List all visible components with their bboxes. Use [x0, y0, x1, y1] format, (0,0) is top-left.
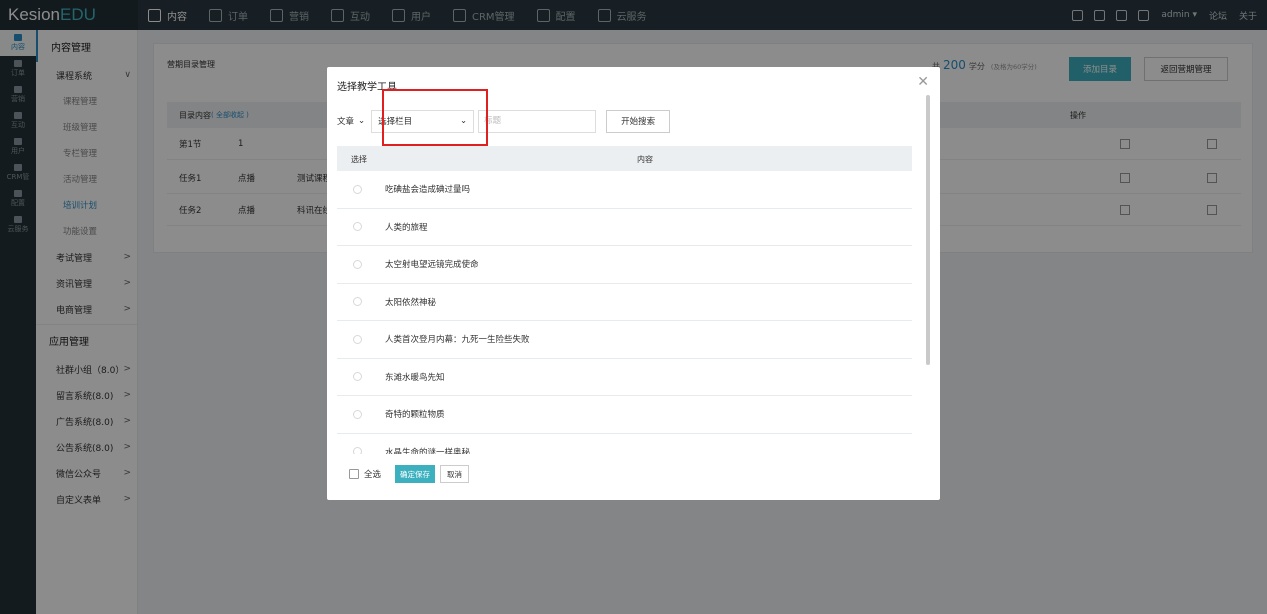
modal-footer: 全选 确定保存 取消 [349, 465, 470, 483]
list-item-title: 太空射电望远镜完成使命 [385, 260, 479, 271]
radio-button[interactable] [353, 222, 362, 232]
list-item-title: 水晶生命的谜一样奥秘 [385, 447, 471, 454]
list-item[interactable]: 水晶生命的谜一样奥秘 [337, 434, 912, 454]
list-item-title: 吃碘盐会造成碘过量吗 [385, 185, 471, 196]
list-item[interactable]: 东滩水暖鸟先知 [337, 359, 912, 396]
radio-button[interactable] [353, 409, 362, 419]
save-button[interactable]: 确定保存 [395, 465, 436, 483]
list-header: 选择 内容 [337, 146, 912, 171]
radio-button[interactable] [353, 334, 362, 344]
chevron-down-icon: ⌄ [358, 116, 366, 126]
type-select-value: 文章 [337, 117, 355, 127]
list-item-title: 人类的旅程 [385, 222, 428, 233]
list-item-title: 太阳依然神秘 [385, 297, 437, 308]
radio-button[interactable] [353, 372, 362, 382]
radio-button[interactable] [353, 184, 362, 194]
radio-button[interactable] [353, 447, 362, 454]
search-button[interactable]: 开始搜索 [606, 109, 671, 133]
type-select[interactable]: 文章 ⌄ [337, 115, 365, 127]
scrollbar[interactable] [926, 95, 930, 365]
list-item[interactable]: 吃碘盐会造成碘过量吗 [337, 171, 912, 209]
list-item[interactable]: 太空射电望远镜完成使命 [337, 246, 912, 284]
select-all-label[interactable]: 全选 [364, 468, 381, 480]
list-item-title: 奇特的颗粒物质 [385, 410, 445, 421]
radio-button[interactable] [353, 297, 362, 307]
select-all-checkbox[interactable] [349, 469, 359, 479]
list-item[interactable]: 奇特的颗粒物质 [337, 396, 912, 434]
column-header-select: 选择 [351, 155, 367, 164]
close-icon[interactable]: ✕ [917, 74, 929, 90]
cancel-button[interactable]: 取消 [440, 465, 470, 483]
list-item[interactable]: 人类的旅程 [337, 209, 912, 246]
article-list: 吃碘盐会造成碘过量吗 人类的旅程太空射电望远镜完成使命 太阳依然神秘人类首次登月内幕… [337, 171, 912, 454]
radio-button[interactable] [353, 259, 362, 269]
title-input[interactable] [478, 109, 597, 133]
list-item[interactable]: 太阳依然神秘 [337, 284, 912, 321]
column-header-content: 内容 [637, 155, 653, 164]
list-item[interactable]: 人类首次登月内幕：九死一生险些失败 [337, 321, 912, 359]
annotation-highlight-box [382, 89, 488, 146]
list-item-title: 人类首次登月内幕：九死一生险些失败 [385, 335, 530, 346]
list-item-title: 东滩水暖鸟先知 [385, 372, 445, 383]
